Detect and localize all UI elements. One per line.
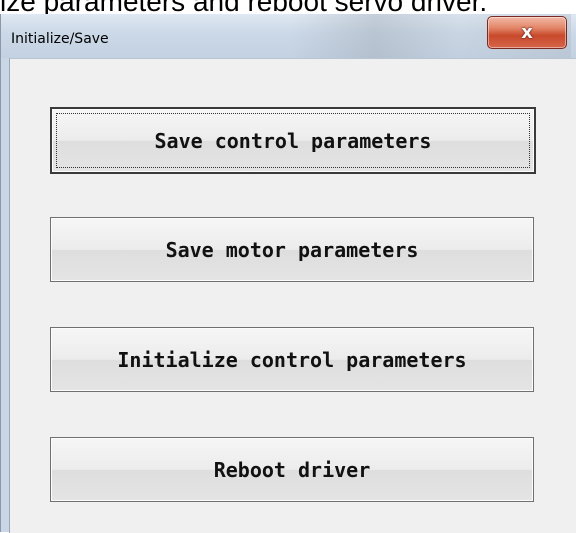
reboot-driver-button[interactable]: Reboot driver [50, 437, 534, 502]
close-icon: x [521, 22, 533, 43]
save-motor-parameters-button[interactable]: Save motor parameters [50, 217, 534, 282]
window-title: Initialize/Save [11, 31, 109, 47]
title-bar[interactable]: Initialize/Save x [1, 14, 576, 58]
save-control-parameters-button[interactable]: Save control parameters [50, 107, 536, 174]
dialog-client-area: Save control parameters Save motor param… [9, 58, 576, 533]
close-button[interactable]: x [487, 16, 567, 49]
initialize-save-dialog: Initialize/Save x Save control parameter… [0, 14, 576, 533]
initialize-control-parameters-button[interactable]: Initialize control parameters [50, 327, 534, 392]
